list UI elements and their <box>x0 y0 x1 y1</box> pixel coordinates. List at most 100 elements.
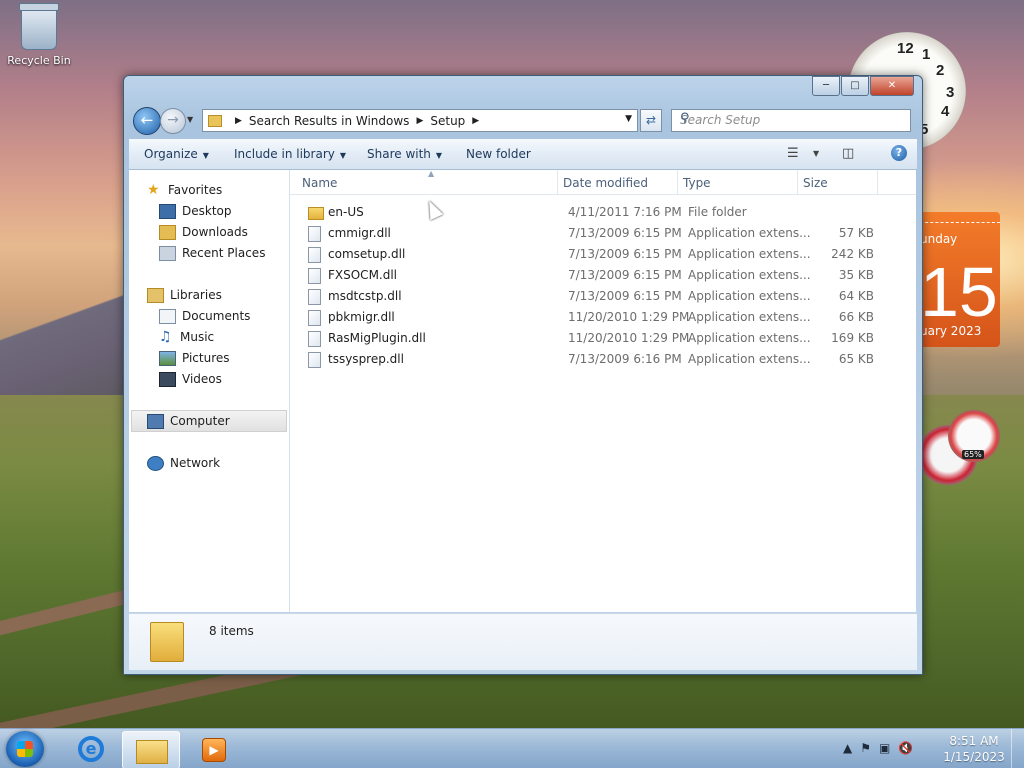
calendar-month: uary 2023 <box>920 324 982 338</box>
file-row[interactable]: cmmigr.dll 7/13/2009 6:15 PM Application e… <box>306 223 886 244</box>
refresh-button[interactable]: ⇄ <box>640 109 662 132</box>
dll-file-icon <box>308 289 321 305</box>
breadcrumb-search-results[interactable]: Search Results in Windows <box>249 114 410 128</box>
dll-file-icon <box>308 331 321 347</box>
show-hidden-icons-icon[interactable]: ▲ <box>843 741 852 755</box>
sort-arrow-icon: ▲ <box>428 169 435 178</box>
help-icon[interactable]: ? <box>891 145 907 161</box>
dll-file-icon <box>308 268 321 284</box>
taskbar: e ▶ ▲ ⚑ ▣ 🔇 8:51 AM 1/15/2023 <box>0 728 1024 768</box>
dll-file-icon <box>308 352 321 368</box>
nav-favorites[interactable]: ★ Favorites <box>147 180 305 200</box>
command-bar: Organize ▼ Include in library ▼ Share with… <box>129 139 917 170</box>
media-player-icon: ▶ <box>202 738 226 762</box>
details-pane: 8 items <box>129 613 917 670</box>
file-row[interactable]: pbkmigr.dll 11/20/2010 1:29 PM Application… <box>306 307 886 328</box>
taskbar-internet-explorer[interactable]: e <box>62 731 118 767</box>
recent-pages-dropdown[interactable]: ▼ <box>187 115 193 124</box>
action-center-flag-icon[interactable]: ⚑ <box>860 741 871 755</box>
search-input[interactable]: Search Setup ⚲ <box>671 109 911 132</box>
column-divider[interactable] <box>797 170 798 194</box>
close-button[interactable]: ✕ <box>870 76 914 96</box>
taskbar-windows-explorer[interactable] <box>122 731 180 768</box>
share-with-button[interactable]: Share with ▼ <box>367 147 442 161</box>
wallpaper-mountain <box>0 255 130 395</box>
internet-explorer-icon: e <box>78 736 104 762</box>
recycle-bin-icon <box>19 3 59 50</box>
item-count: 8 items <box>209 624 254 638</box>
minimize-button[interactable]: ─ <box>812 76 840 96</box>
search-icon[interactable]: ⚲ <box>680 111 905 126</box>
calendar-gadget[interactable]: unday 15 uary 2023 <box>920 212 1000 347</box>
star-icon: ★ <box>147 181 160 198</box>
breadcrumb-chevron-icon[interactable]: ▶ <box>416 116 423 126</box>
clock-date: 1/15/2023 <box>943 750 1005 764</box>
column-type[interactable]: Type <box>683 176 711 190</box>
recycle-bin-label: Recycle Bin <box>7 54 71 67</box>
desktop-icon <box>159 203 176 219</box>
nav-computer[interactable]: Computer <box>131 410 287 432</box>
music-icon: ♫ <box>159 328 172 345</box>
preview-pane-icon[interactable]: ◫ <box>842 146 854 161</box>
downloads-icon <box>159 224 176 240</box>
column-name[interactable]: Name <box>302 176 337 190</box>
include-in-library-button[interactable]: Include in library ▼ <box>234 147 346 161</box>
file-row[interactable]: RasMigPlugin.dll 11/20/2010 1:29 PM Applic… <box>306 328 886 349</box>
documents-icon <box>159 308 176 324</box>
file-list: ▲ Name Date modified Type Size en-US 4/11… <box>290 169 916 612</box>
file-row[interactable]: tssysprep.dll 7/13/2009 6:16 PM Applicatio… <box>306 349 886 370</box>
column-size[interactable]: Size <box>803 176 828 190</box>
address-dropdown-icon[interactable]: ▼ <box>625 114 632 124</box>
file-row[interactable]: comsetup.dll 7/13/2009 6:15 PM Application… <box>306 244 886 265</box>
dll-file-icon <box>308 226 321 242</box>
folder-icon <box>208 114 222 127</box>
calendar-day: unday <box>920 232 958 246</box>
calendar-rings <box>920 212 1000 223</box>
column-divider[interactable] <box>877 170 878 194</box>
column-divider[interactable] <box>677 170 678 194</box>
file-row[interactable]: FXSOCM.dll 7/13/2009 6:15 PM Application e… <box>306 265 886 286</box>
system-tray: ▲ ⚑ ▣ 🔇 <box>843 741 913 755</box>
network-icon <box>147 455 164 471</box>
cpu-meter-gadget[interactable]: 65% <box>918 410 1000 495</box>
file-row[interactable]: en-US 4/11/2011 7:16 PM File folder <box>306 202 886 223</box>
organize-button[interactable]: Organize ▼ <box>144 147 209 161</box>
clock-time: 8:51 AM <box>949 734 999 748</box>
forward-button[interactable]: → <box>160 108 186 134</box>
calendar-date: 15 <box>920 253 998 331</box>
pictures-icon <box>159 350 176 366</box>
windows-explorer-icon <box>136 740 168 764</box>
taskbar-media-player[interactable]: ▶ <box>182 731 238 767</box>
dll-file-icon <box>308 310 321 326</box>
column-divider[interactable] <box>557 170 558 194</box>
network-icon[interactable]: ▣ <box>879 741 890 755</box>
breadcrumb-chevron-icon[interactable]: ▶ <box>472 116 479 126</box>
column-date-modified[interactable]: Date modified <box>563 176 648 190</box>
videos-icon <box>159 371 176 387</box>
show-desktop-button[interactable] <box>1011 729 1024 768</box>
start-button[interactable] <box>6 731 44 767</box>
dll-file-icon <box>308 247 321 263</box>
nav-network[interactable]: Network <box>147 453 305 473</box>
back-button[interactable]: ← <box>133 107 161 135</box>
computer-icon <box>147 413 164 429</box>
maximize-button[interactable]: □ <box>841 76 869 96</box>
nav-libraries[interactable]: Libraries <box>147 285 305 305</box>
change-view-icon[interactable]: ☰ <box>787 146 799 161</box>
recycle-bin[interactable]: Recycle Bin <box>4 3 74 67</box>
navigation-bar: ← → ▼ ▶ Search Results in Windows ▶ Setu… <box>130 106 916 135</box>
new-folder-button[interactable]: New folder <box>466 147 531 161</box>
explorer-window: ─ □ ✕ ← → ▼ ▶ Search Results in Windows … <box>123 75 923 675</box>
file-row[interactable]: msdtcstp.dll 7/13/2009 6:15 PM Application… <box>306 286 886 307</box>
libraries-icon <box>147 287 164 303</box>
view-dropdown-icon[interactable]: ▼ <box>813 149 819 158</box>
volume-muted-icon[interactable]: 🔇 <box>898 741 913 755</box>
navigation-pane: ★ Favorites Desktop Downloads Recent Plac… <box>129 170 290 612</box>
breadcrumb-setup[interactable]: Setup <box>430 114 465 128</box>
address-bar[interactable]: ▶ Search Results in Windows ▶ Setup ▶ ▼ <box>202 109 638 132</box>
breadcrumb-chevron-icon[interactable]: ▶ <box>235 116 242 126</box>
window-controls: ─ □ ✕ <box>811 76 914 96</box>
recent-places-icon <box>159 245 176 261</box>
taskbar-clock[interactable]: 8:51 AM 1/15/2023 <box>940 733 1008 765</box>
column-header: ▲ Name Date modified Type Size <box>290 169 916 195</box>
